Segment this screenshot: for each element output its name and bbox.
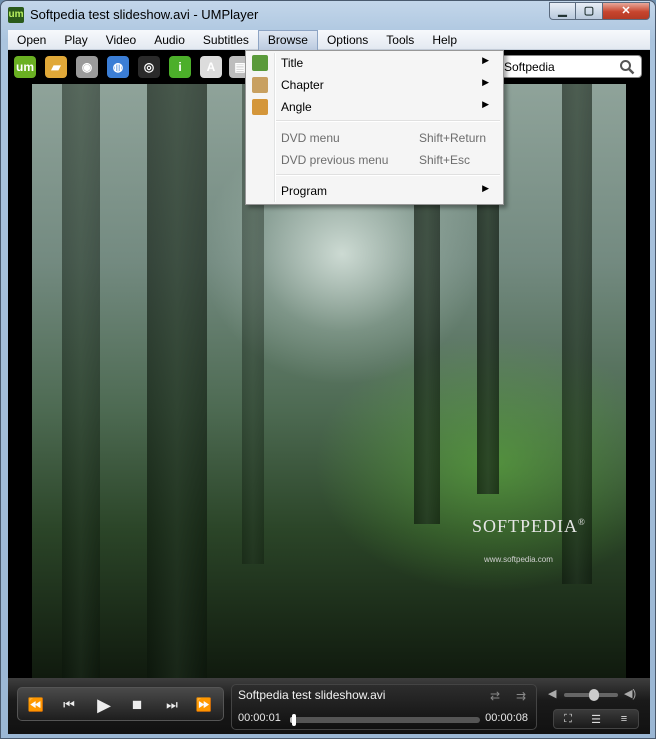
- previous-button[interactable]: ⏮: [58, 695, 80, 715]
- submenu-arrow-icon: ▶: [482, 77, 489, 87]
- menu-subtitles[interactable]: Subtitles: [194, 30, 258, 50]
- menu-options[interactable]: Options: [318, 30, 377, 50]
- menu-tools[interactable]: Tools: [377, 30, 423, 50]
- chapter-icon: [252, 77, 268, 93]
- volume-handle[interactable]: [588, 689, 599, 701]
- search-box[interactable]: [495, 55, 642, 78]
- globe-icon[interactable]: ◍: [107, 56, 129, 78]
- maximize-button[interactable]: ▢: [576, 2, 603, 20]
- main-window: um Softpedia test slideshow.avi - UMPlay…: [0, 0, 656, 739]
- menu-item-shortcut: Shift+Esc: [419, 153, 471, 167]
- equalizer-icon[interactable]: ≡: [614, 713, 634, 725]
- folder-icon[interactable]: ▰: [45, 56, 67, 78]
- menu-item-shortcut: Shift+Return: [419, 131, 487, 145]
- menu-item-label: Angle: [281, 100, 312, 114]
- webcam-icon[interactable]: ◎: [138, 56, 160, 78]
- browse-menu-item-title[interactable]: Title ▶: [248, 52, 501, 74]
- watermark-logo: SOFTPEDIA®: [472, 516, 586, 536]
- search-icon[interactable]: [619, 59, 635, 75]
- menu-browse[interactable]: Browse: [257, 30, 318, 50]
- menu-item-label: Title: [281, 56, 304, 70]
- browse-menu-item-angle[interactable]: Angle ▶: [248, 96, 501, 118]
- menu-open[interactable]: Open: [8, 30, 55, 50]
- seek-handle[interactable]: [291, 714, 296, 726]
- now-playing-title: Softpedia test slideshow.avi: [238, 688, 386, 702]
- browse-menu-item-dvd-menu[interactable]: DVD menu Shift+Return: [248, 127, 501, 149]
- browse-menu-dropdown: Title ▶ Chapter ▶ Angle ▶ DVD menu Shift…: [245, 50, 504, 205]
- repeat-icon[interactable]: ⇄: [490, 689, 500, 703]
- control-bar: ⏪ ⏮ ▶ ■ ⏭ ⏩ Softpedia test slideshow.avi…: [8, 678, 650, 734]
- menu-item-label: DVD previous menu: [281, 153, 389, 167]
- now-playing-panel: Softpedia test slideshow.avi ⇄ ⇉ 00:00:0…: [231, 684, 537, 730]
- rewind-button[interactable]: ⏪: [25, 695, 47, 715]
- menu-item-label: Program: [281, 184, 328, 198]
- subtitle-add-icon[interactable]: A: [200, 56, 222, 78]
- tree-trunk: [147, 84, 207, 678]
- title-icon: [252, 55, 268, 71]
- shuffle-icon[interactable]: ⇉: [516, 689, 526, 703]
- fullscreen-icon[interactable]: ⛶: [558, 713, 578, 726]
- menu-play[interactable]: Play: [55, 30, 96, 50]
- tree-trunk: [562, 84, 592, 584]
- disc-icon[interactable]: ◉: [76, 56, 98, 78]
- umplayer-app-icon[interactable]: um: [8, 7, 24, 23]
- transport-controls: ⏪ ⏮ ▶ ■ ⏭ ⏩: [17, 687, 224, 721]
- forward-button[interactable]: ⏩: [193, 695, 215, 715]
- browse-menu-item-chapter[interactable]: Chapter ▶: [248, 74, 501, 96]
- playlist-toggle-icon[interactable]: ☰: [586, 713, 606, 726]
- view-buttons: ⛶ ☰ ≡: [553, 709, 639, 729]
- play-button[interactable]: ▶: [93, 695, 115, 715]
- info-icon[interactable]: i: [169, 56, 191, 78]
- volume-max-icon[interactable]: ◀): [624, 687, 636, 700]
- close-button[interactable]: ✕: [603, 2, 650, 20]
- next-button[interactable]: ⏭: [161, 695, 183, 715]
- menu-separator: [276, 120, 500, 122]
- angle-icon: [252, 99, 268, 115]
- search-input[interactable]: [504, 59, 616, 74]
- title-bar[interactable]: um Softpedia test slideshow.avi - UMPlay…: [1, 1, 655, 30]
- stop-button[interactable]: ■: [126, 695, 148, 715]
- window-controls: ▁ ▢ ✕: [549, 2, 650, 20]
- submenu-arrow-icon: ▶: [482, 55, 489, 65]
- browse-menu-item-dvd-previous-menu[interactable]: DVD previous menu Shift+Esc: [248, 149, 501, 171]
- menu-separator: [276, 174, 500, 176]
- menu-video[interactable]: Video: [97, 30, 145, 50]
- minimize-button[interactable]: ▁: [549, 2, 576, 20]
- submenu-arrow-icon: ▶: [482, 183, 489, 193]
- menu-help[interactable]: Help: [423, 30, 466, 50]
- browse-menu-item-program[interactable]: Program ▶: [248, 180, 501, 202]
- mute-icon[interactable]: ◀: [548, 687, 556, 700]
- tree-trunk: [62, 84, 100, 678]
- volume-slider[interactable]: [564, 689, 618, 701]
- menu-audio[interactable]: Audio: [145, 30, 194, 50]
- menu-item-label: DVD menu: [281, 131, 340, 145]
- window-title: Softpedia test slideshow.avi - UMPlayer: [30, 7, 259, 22]
- volume-control: ◀ ◀): [546, 686, 646, 704]
- submenu-arrow-icon: ▶: [482, 99, 489, 109]
- seek-bar[interactable]: [290, 714, 480, 726]
- current-time: 00:00:01: [238, 712, 281, 724]
- total-time: 00:00:08: [485, 712, 528, 724]
- menu-bar: Open Play Video Audio Subtitles Browse O…: [8, 30, 650, 50]
- um-logo-icon[interactable]: um: [14, 56, 36, 78]
- menu-item-label: Chapter: [281, 78, 324, 92]
- watermark-url: www.softpedia.com: [484, 555, 553, 564]
